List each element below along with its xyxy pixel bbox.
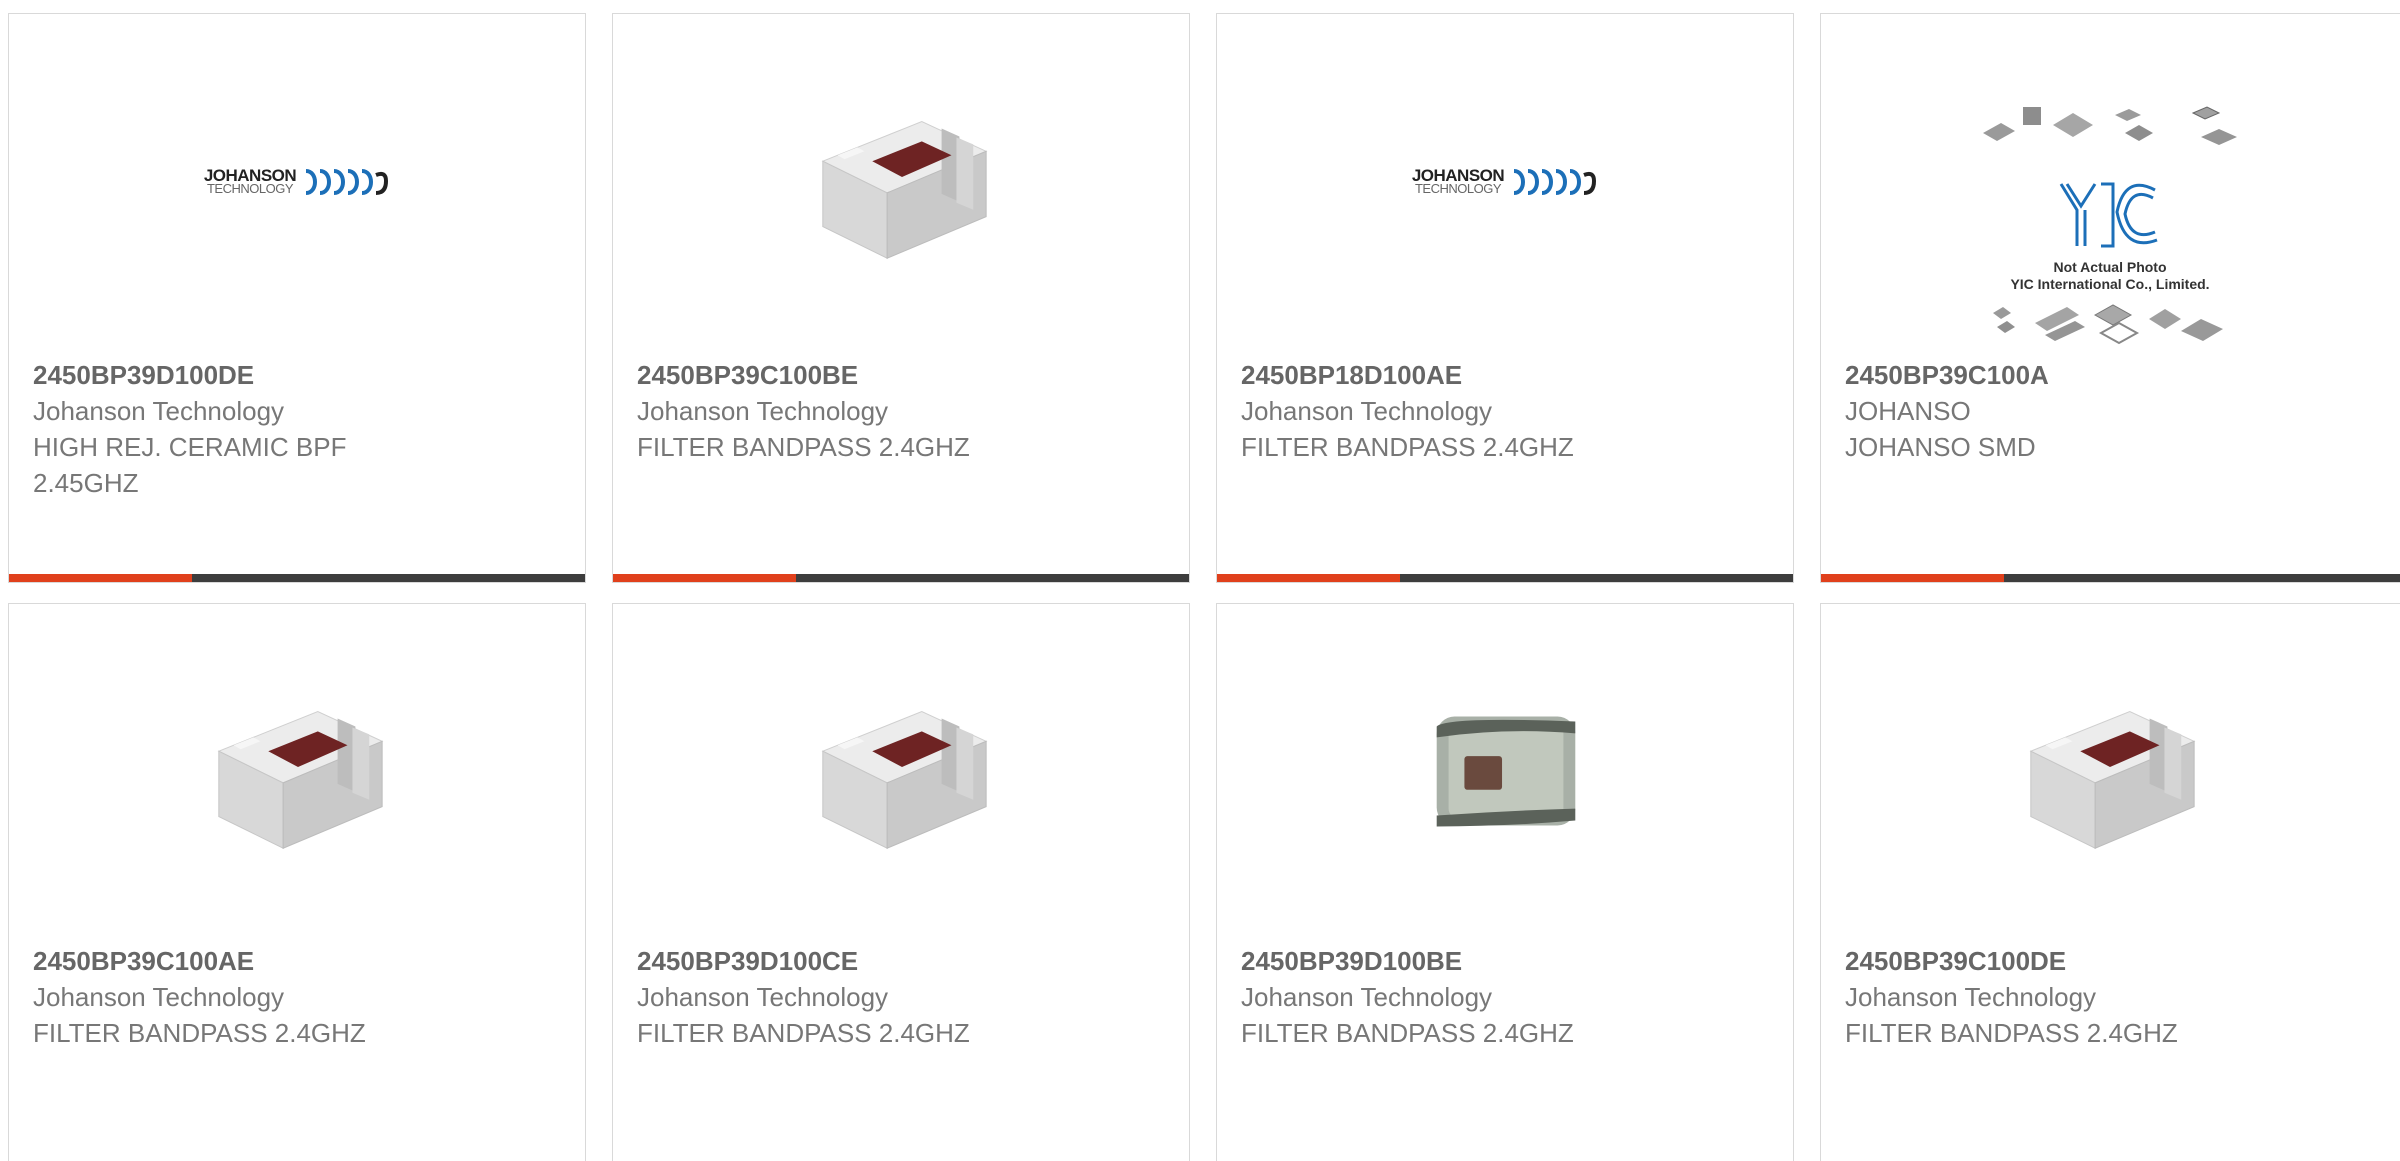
wave-mark-icon [1513, 169, 1597, 195]
product-card[interactable]: JOHANSON TECHNOLOGY 2450BP39D100DE Johan… [8, 13, 586, 583]
part-number[interactable]: 2450BP39D100CE [637, 943, 1165, 979]
manufacturer: Johanson Technology [1241, 396, 1493, 426]
description-line: HIGH REJ. CERAMIC BPF [33, 432, 347, 462]
manufacturer: Johanson Technology [33, 982, 285, 1012]
ceramic-chip-icon [803, 82, 1001, 280]
part-number[interactable]: 2450BP39C100A [1845, 357, 2385, 393]
product-card[interactable]: 2450BP39D100CE Johanson Technology FILTE… [612, 603, 1190, 1161]
card-accent [1821, 574, 2004, 582]
part-number[interactable]: 2450BP39D100BE [1241, 943, 1769, 979]
product-image[interactable] [1407, 672, 1605, 870]
wave-mark-icon [305, 169, 389, 195]
product-grid: JOHANSON TECHNOLOGY 2450BP39D100DE Johan… [0, 0, 2400, 1161]
manufacturer: Johanson Technology [33, 396, 285, 426]
smd-chip-icon [1407, 672, 1605, 870]
component-icons-bottom [1993, 303, 2223, 344]
description-line: FILTER BANDPASS 2.4GHZ [1845, 1018, 2178, 1048]
card-footer-bar [1821, 574, 2400, 582]
card-footer-bar [1217, 574, 1793, 582]
description-line: 2.45GHZ [33, 468, 139, 498]
manufacturer: Johanson Technology [637, 396, 889, 426]
card-footer-bar [613, 574, 1189, 582]
description-line: FILTER BANDPASS 2.4GHZ [637, 1018, 970, 1048]
part-number[interactable]: 2450BP39C100BE [637, 357, 1165, 393]
product-card[interactable]: Not Actual Photo YIC International Co., … [1820, 13, 2400, 583]
ceramic-chip-icon [199, 672, 397, 870]
part-number[interactable]: 2450BP39D100DE [33, 357, 561, 393]
description-line: FILTER BANDPASS 2.4GHZ [637, 432, 970, 462]
product-image[interactable]: JOHANSON TECHNOLOGY [1407, 82, 1605, 280]
card-accent [1217, 574, 1400, 582]
product-image[interactable] [2011, 672, 2209, 870]
product-image[interactable] [803, 672, 1001, 870]
ceramic-chip-icon [803, 672, 1001, 870]
part-number[interactable]: 2450BP18D100AE [1241, 357, 1769, 393]
product-card[interactable]: 2450BP39C100BE Johanson Technology FILTE… [612, 13, 1190, 583]
ceramic-chip-icon [2011, 672, 2209, 870]
product-card[interactable]: JOHANSON TECHNOLOGY 2450BP18D100AE Johan… [1216, 13, 1794, 583]
description-line: FILTER BANDPASS 2.4GHZ [1241, 1018, 1574, 1048]
card-accent [9, 574, 192, 582]
yic-placeholder: Not Actual Photo YIC International Co., … [1975, 101, 2245, 354]
johanson-logo-icon: JOHANSON TECHNOLOGY [204, 163, 392, 199]
product-image[interactable]: JOHANSON TECHNOLOGY [199, 82, 397, 280]
product-card[interactable]: 2450BP39C100DE Johanson Technology FILTE… [1820, 603, 2400, 1161]
manufacturer: JOHANSO [1845, 396, 1971, 426]
yic-logo-icon [2059, 182, 2158, 247]
placeholder-caption-line2: YIC International Co., Limited. [2010, 275, 2210, 292]
description-line: JOHANSO SMD [1845, 432, 2036, 462]
manufacturer: Johanson Technology [637, 982, 889, 1012]
johanson-logo-icon: JOHANSON TECHNOLOGY [1412, 163, 1600, 199]
description-line: FILTER BANDPASS 2.4GHZ [1241, 432, 1574, 462]
product-image[interactable] [803, 82, 1001, 280]
logo-text-line2: TECHNOLOGY [206, 180, 294, 196]
card-accent [613, 574, 796, 582]
component-icons-top [1983, 105, 2237, 145]
part-number[interactable]: 2450BP39C100DE [1845, 943, 2385, 979]
product-card[interactable]: 2450BP39D100BE Johanson Technology FILTE… [1216, 603, 1794, 1161]
product-image[interactable]: Not Actual Photo YIC International Co., … [1971, 102, 2249, 352]
manufacturer: Johanson Technology [1845, 982, 2097, 1012]
product-image[interactable] [199, 672, 397, 870]
card-footer-bar [9, 574, 585, 582]
logo-text-line2: TECHNOLOGY [1414, 180, 1502, 196]
description-line: FILTER BANDPASS 2.4GHZ [33, 1018, 366, 1048]
manufacturer: Johanson Technology [1241, 982, 1493, 1012]
placeholder-caption-line1: Not Actual Photo [2053, 258, 2167, 275]
part-number[interactable]: 2450BP39C100AE [33, 943, 561, 979]
product-card[interactable]: 2450BP39C100AE Johanson Technology FILTE… [8, 603, 586, 1161]
